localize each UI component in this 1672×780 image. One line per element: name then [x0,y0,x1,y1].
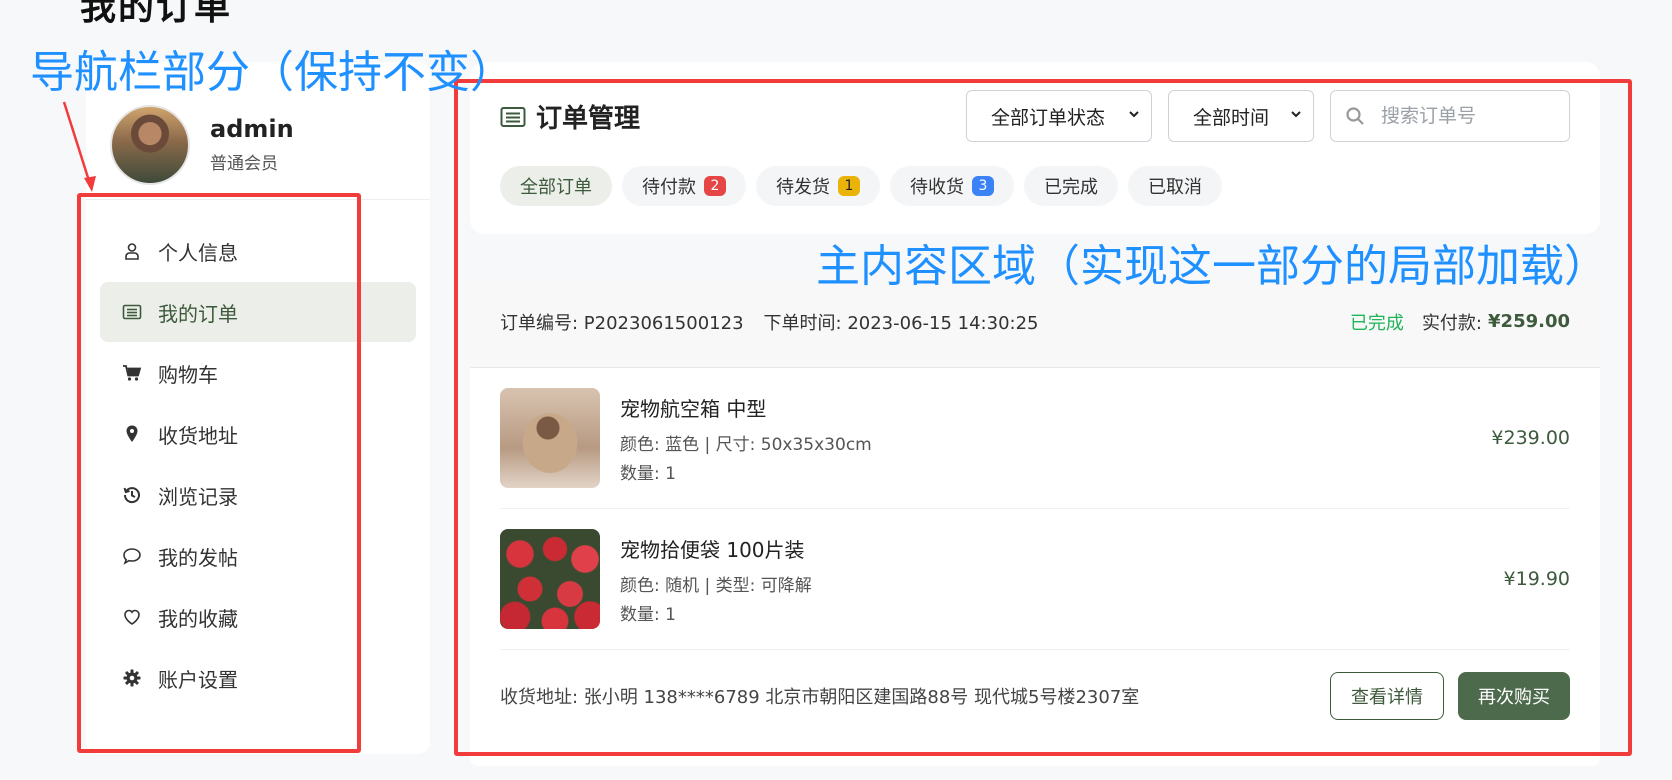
nav-highlight-box [77,193,361,753]
annotation-arrow-icon [62,101,96,192]
user-role: 普通会员 [210,154,278,174]
nav-annotation-label: 导航栏部分（保持不变） [30,47,514,98]
profile-text: admin 普通会员 [210,115,294,174]
username: admin [210,115,294,143]
main-annotation-label: 主内容区域（实现这一部分的局部加载） [816,241,1608,292]
avatar[interactable] [110,104,190,185]
main-highlight-box [454,79,1632,756]
page-heading-cropped: 我的订单 [80,0,233,28]
